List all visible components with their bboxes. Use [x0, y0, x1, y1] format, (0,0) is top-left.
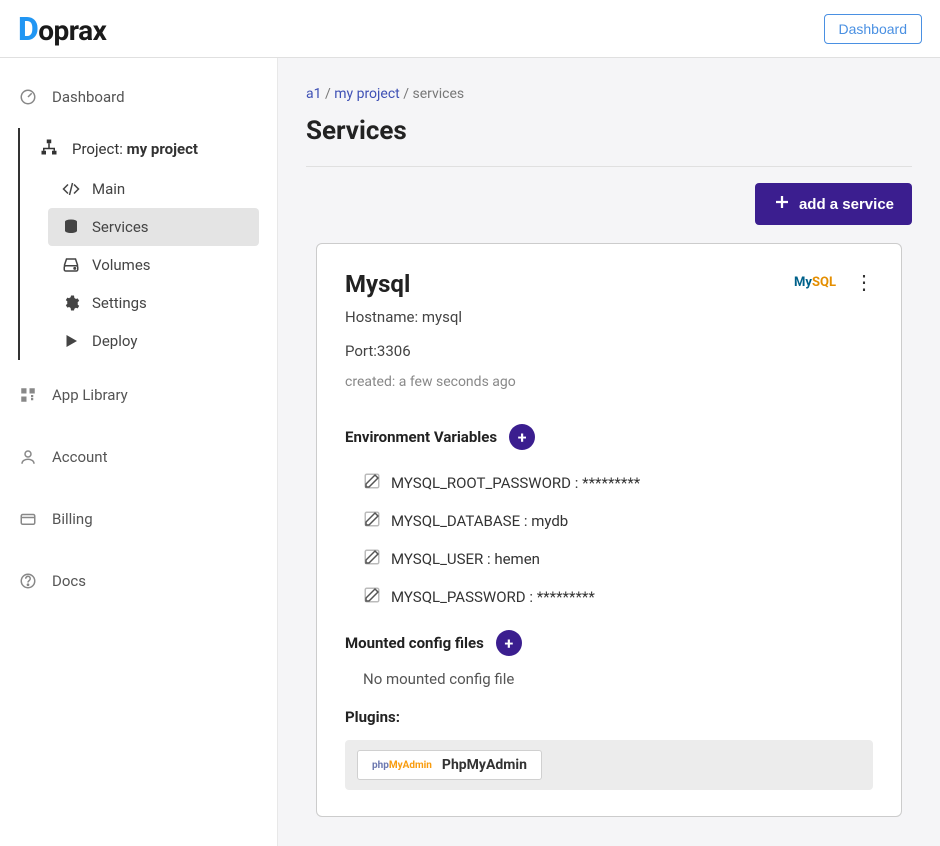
breadcrumb-project[interactable]: my project [334, 86, 400, 102]
plugin-row: phpMyAdmin PhpMyAdmin [345, 740, 873, 790]
edit-icon[interactable] [363, 586, 381, 608]
service-title: Mysql [345, 270, 516, 298]
gear-icon [62, 294, 80, 312]
sidebar-item-services[interactable]: Services [48, 208, 259, 246]
breadcrumb-current: services [412, 86, 464, 102]
user-icon [18, 448, 38, 466]
sidebar-label: Volumes [92, 256, 151, 274]
sidebar-label: Account [52, 448, 108, 466]
plugins-heading: Plugins: [345, 708, 873, 726]
sidebar-item-volumes[interactable]: Volumes [48, 246, 259, 284]
env-var-text: MYSQL_ROOT_PASSWORD : ********* [391, 474, 640, 492]
env-var-text: MYSQL_USER : hemen [391, 550, 540, 568]
edit-icon[interactable] [363, 510, 381, 532]
sidebar-label: Settings [92, 294, 147, 312]
play-icon [62, 332, 80, 350]
hdd-icon [62, 256, 80, 274]
sidebar-label: Deploy [92, 332, 137, 350]
plugin-label: PhpMyAdmin [442, 757, 527, 773]
env-var-list: MYSQL_ROOT_PASSWORD : ********* MYSQL_DA… [345, 464, 873, 616]
sidebar-label: Billing [52, 510, 93, 528]
sidebar-item-settings[interactable]: Settings [48, 284, 259, 322]
sidebar-label: Dashboard [52, 88, 125, 106]
service-port: Port:3306 [345, 342, 516, 360]
kebab-menu-icon[interactable]: ⋮ [854, 270, 873, 294]
sidebar-label: Docs [52, 572, 86, 590]
sidebar-label: App Library [52, 386, 128, 404]
add-service-button[interactable]: add a service [755, 183, 912, 225]
sidebar-label: Services [92, 218, 149, 236]
sidebar-item-billing[interactable]: Billing [0, 500, 277, 538]
sidebar-item-app-library[interactable]: App Library [0, 376, 277, 414]
phpmyadmin-logo-icon: phpMyAdmin [372, 760, 432, 771]
env-var-row: MYSQL_USER : hemen [363, 540, 873, 578]
card-icon [18, 510, 38, 528]
edit-icon[interactable] [363, 548, 381, 570]
sidebar-item-project[interactable]: Project: my project [20, 128, 277, 170]
sidebar: Dashboard Project: my project Main Servi… [0, 58, 278, 846]
sidebar-item-dashboard[interactable]: Dashboard [0, 78, 277, 116]
service-card: Mysql Hostname: mysql Port:3306 created:… [316, 243, 902, 817]
help-icon [18, 572, 38, 590]
breadcrumb: a1 / my project / services [306, 86, 912, 102]
env-var-row: MYSQL_DATABASE : mydb [363, 502, 873, 540]
add-service-label: add a service [799, 196, 894, 213]
sidebar-item-docs[interactable]: Docs [0, 562, 277, 600]
apps-icon [18, 386, 38, 404]
main-content: a1 / my project / services Services add … [278, 58, 940, 846]
add-env-var-button[interactable]: + [509, 424, 535, 450]
database-icon [62, 218, 80, 236]
edit-icon[interactable] [363, 472, 381, 494]
breadcrumb-a1[interactable]: a1 [306, 86, 321, 102]
plugin-phpmyadmin[interactable]: phpMyAdmin PhpMyAdmin [357, 750, 542, 780]
sidebar-label: Main [92, 180, 125, 198]
sitemap-icon [40, 138, 58, 160]
sidebar-item-main[interactable]: Main [48, 170, 259, 208]
service-created: created: a few seconds ago [345, 374, 516, 390]
sidebar-item-account[interactable]: Account [0, 438, 277, 476]
topbar: Doprax Dashboard [0, 0, 940, 58]
env-var-text: MYSQL_PASSWORD : ********* [391, 588, 595, 606]
project-group: Project: my project Main Services Volume… [18, 128, 277, 360]
project-label: Project: my project [72, 140, 198, 158]
env-var-text: MYSQL_DATABASE : mydb [391, 512, 568, 530]
config-files-heading: Mounted config files + [345, 630, 873, 656]
plus-icon [773, 193, 791, 215]
brand-logo[interactable]: Doprax [18, 10, 106, 48]
page-title: Services [306, 116, 912, 146]
gauge-icon [18, 88, 38, 106]
dashboard-button[interactable]: Dashboard [824, 14, 923, 44]
breadcrumb-sep: / [325, 86, 334, 102]
mysql-logo-icon: MySQL [794, 275, 836, 290]
add-config-file-button[interactable]: + [496, 630, 522, 656]
config-empty-message: No mounted config file [345, 670, 873, 688]
env-var-row: MYSQL_ROOT_PASSWORD : ********* [363, 464, 873, 502]
code-icon [62, 180, 80, 198]
sidebar-item-deploy[interactable]: Deploy [48, 322, 259, 360]
service-hostname: Hostname: mysql [345, 308, 516, 326]
env-var-row: MYSQL_PASSWORD : ********* [363, 578, 873, 616]
env-vars-heading: Environment Variables + [345, 424, 873, 450]
